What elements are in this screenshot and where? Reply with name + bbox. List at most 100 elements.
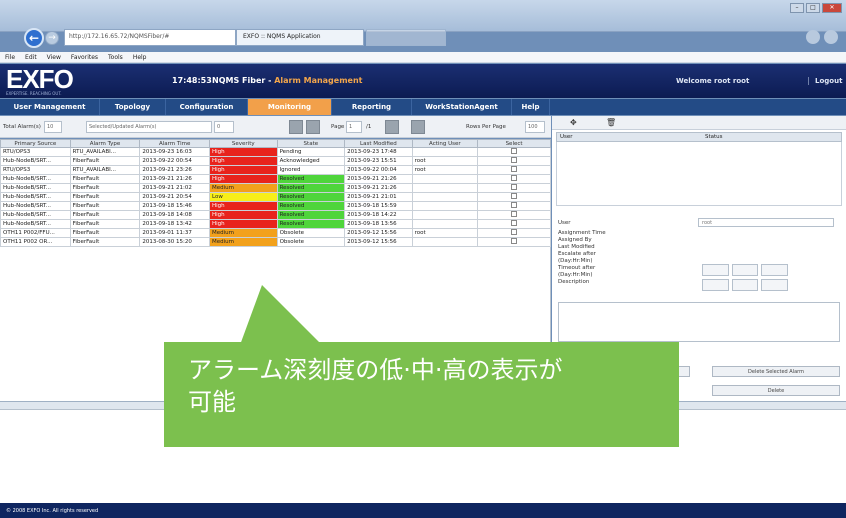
column-header[interactable]: Alarm Time	[139, 139, 211, 148]
form-field-label: Escalate after	[558, 251, 596, 257]
menu-item[interactable]: Favorites	[71, 54, 98, 61]
column-header[interactable]: Select	[477, 139, 551, 148]
browser-tab[interactable]: EXFO :: NQMS Application	[236, 29, 364, 46]
assignment-header: User Status	[556, 132, 842, 142]
cell-modified: 2013-09-18 15:59	[344, 201, 413, 211]
close-icon[interactable]: ✕	[822, 3, 842, 13]
table-row[interactable]: Hub-NodeB/SRT... FiberFault 2013-09-18 15:…	[0, 201, 551, 211]
delete-selected-alarm-button[interactable]: Delete Selected Alarm	[712, 366, 840, 377]
timeout-day[interactable]	[702, 279, 729, 291]
nav-tab[interactable]: Configuration	[166, 99, 248, 115]
back-arrow-icon[interactable]: ←	[24, 28, 44, 48]
alarm-toolbar: Total Alarm(s) 10 Selected/Updated Alarm…	[0, 116, 551, 138]
row-checkbox[interactable]	[511, 166, 518, 172]
save-button[interactable]	[678, 366, 690, 377]
table-row[interactable]: Hub-NodeB/SRT... FiberFault 2013-09-22 00:…	[0, 156, 551, 166]
table-body: RTU/OPS3 RTU_AVAILABI... 2013-09-23 16:03 H…	[0, 147, 551, 247]
menu-item[interactable]: View	[47, 54, 61, 61]
app-header: EXFO EXPERTISE. REACHING OUT. 17:48:53 N…	[0, 64, 846, 98]
column-header[interactable]: Severity	[209, 139, 278, 148]
cell-user	[411, 237, 479, 247]
cell-severity: High	[209, 219, 278, 229]
escalate-hour[interactable]	[731, 264, 759, 276]
page-title: NQMS Fiber - Alarm Management	[212, 76, 363, 85]
user-select[interactable]: root	[698, 218, 834, 227]
page-input[interactable]: 1	[346, 121, 362, 133]
table-row[interactable]: OTH11 P002 OR... FiberFault 2013-08-30 15:…	[0, 237, 551, 247]
new-tab-button[interactable]	[366, 29, 446, 46]
cell-state: Resolved	[276, 201, 346, 211]
detail-toolbar: ✥ 🗑	[552, 116, 846, 130]
nav-tab[interactable]: Topology	[100, 99, 166, 115]
table-row[interactable]: Hub-NodeB/SRT... FiberFault 2013-09-21 20:…	[0, 192, 551, 202]
next-page-icon[interactable]	[385, 120, 399, 134]
row-checkbox[interactable]	[511, 229, 518, 235]
nav-tab[interactable]: Reporting	[332, 99, 412, 115]
nav-tab[interactable]: Help	[512, 99, 550, 115]
form-fields: Assignment Time Assigned By Last Modified E…	[558, 230, 606, 286]
cell-user	[411, 201, 479, 211]
menu-item[interactable]: Edit	[25, 54, 37, 61]
row-checkbox[interactable]	[511, 220, 518, 226]
nav-tab[interactable]: Monitoring	[248, 99, 332, 115]
column-header[interactable]: Last Modified	[344, 139, 413, 148]
table-row[interactable]: Hub-NodeB/SRT... FiberFault 2013-09-21 21:…	[0, 174, 551, 184]
timeout-after-stepper[interactable]	[702, 279, 789, 291]
cell-type: FiberFault	[69, 219, 141, 229]
nav-tab[interactable]: User Management	[0, 99, 100, 115]
add-icon[interactable]: ✥	[570, 118, 577, 127]
row-checkbox[interactable]	[511, 202, 518, 208]
column-header[interactable]: Acting User	[411, 139, 479, 148]
row-checkbox[interactable]	[511, 148, 518, 154]
forward-arrow-icon[interactable]: →	[45, 31, 59, 45]
home-icon[interactable]	[806, 30, 820, 44]
column-header[interactable]: Primary Source	[0, 139, 71, 148]
row-checkbox[interactable]	[511, 238, 518, 244]
star-icon[interactable]	[824, 30, 838, 44]
table-row[interactable]: OTH11 P002/FFU... FiberFault 2013-09-01 11…	[0, 228, 551, 238]
cell-source: RTU/OPS3	[0, 147, 71, 157]
row-checkbox[interactable]	[511, 184, 518, 190]
escalate-day[interactable]	[702, 264, 729, 276]
menu-item[interactable]: Help	[133, 54, 147, 61]
menu-item[interactable]: File	[5, 54, 15, 61]
trash-icon[interactable]: 🗑	[606, 118, 616, 127]
description-textarea[interactable]	[558, 302, 840, 342]
minimize-icon[interactable]: –	[790, 3, 804, 13]
last-page-icon[interactable]	[411, 120, 425, 134]
cell-source: Hub-NodeB/SRT...	[0, 219, 71, 229]
table-row[interactable]: Hub-NodeB/SRT... FiberFault 2013-09-21 21:…	[0, 183, 551, 193]
cell-select	[477, 183, 551, 193]
row-checkbox[interactable]	[511, 175, 518, 181]
table-row[interactable]: Hub-NodeB/SRT... FiberFault 2013-09-18 14:…	[0, 210, 551, 220]
column-header[interactable]: State	[276, 139, 346, 148]
table-row[interactable]: Hub-NodeB/SRT... FiberFault 2013-09-18 13:…	[0, 219, 551, 229]
first-page-icon[interactable]	[289, 120, 303, 134]
row-checkbox[interactable]	[511, 211, 518, 217]
rows-per-page-select[interactable]: 100	[525, 121, 545, 133]
row-checkbox[interactable]	[511, 157, 518, 163]
table-row[interactable]: RTU/OPS3 RTU_AVAILABI... 2013-09-21 23:26 H…	[0, 165, 551, 175]
escalate-min[interactable]	[761, 264, 789, 276]
column-header[interactable]: Alarm Type	[69, 139, 141, 148]
form-field-label: Description	[558, 279, 590, 285]
filter-field[interactable]: Selected/Updated Alarm(s)	[86, 121, 212, 133]
cell-type: RTU_AVAILABI...	[69, 165, 141, 175]
prev-page-icon[interactable]	[306, 120, 320, 134]
delete-button[interactable]: Delete	[712, 385, 840, 396]
cell-type: FiberFault	[69, 210, 141, 220]
cell-severity: High	[209, 210, 278, 220]
table-row[interactable]: RTU/OPS3 RTU_AVAILABI... 2013-09-23 16:03 H…	[0, 147, 551, 157]
cell-state: Resolved	[276, 192, 346, 202]
row-checkbox[interactable]	[511, 193, 518, 199]
nav-tab[interactable]: WorkStationAgent	[412, 99, 512, 115]
timeout-hour[interactable]	[731, 279, 759, 291]
maximize-icon[interactable]: □	[806, 3, 820, 13]
cell-modified: 2013-09-21 21:26	[344, 174, 413, 184]
address-bar[interactable]: http://172.16.65.72/NQMSFiber/#	[64, 29, 236, 46]
timeout-min[interactable]	[761, 279, 789, 291]
escalate-after-stepper[interactable]	[702, 264, 789, 276]
title-prefix: NQMS Fiber -	[212, 76, 275, 85]
menu-item[interactable]: Tools	[108, 54, 123, 61]
logout-link[interactable]: Logout	[808, 77, 842, 85]
